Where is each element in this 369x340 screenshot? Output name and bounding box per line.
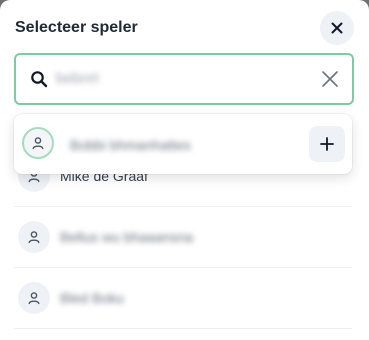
dialog-title: Selecteer speler xyxy=(15,19,138,36)
add-player-button[interactable] xyxy=(309,126,345,162)
plus-icon xyxy=(320,137,334,151)
avatar xyxy=(22,127,54,159)
player-name: Bellus wu bhaaansna xyxy=(60,229,194,245)
player-row[interactable]: Bellus wu bhaaansna xyxy=(14,207,352,268)
search-suggestion[interactable]: Bobbi bhmanhattes xyxy=(14,114,352,174)
close-icon xyxy=(331,22,343,34)
search-value: bebnrt xyxy=(56,70,99,87)
user-icon xyxy=(28,292,40,305)
clear-icon[interactable] xyxy=(320,69,340,89)
avatar xyxy=(18,221,50,253)
avatar xyxy=(18,282,50,314)
search-icon xyxy=(31,71,48,88)
player-row[interactable]: Bled Boku xyxy=(14,268,352,329)
user-icon xyxy=(28,231,40,244)
user-icon xyxy=(32,137,44,150)
player-name: Bled Boku xyxy=(60,290,124,306)
search-input[interactable]: bebnrt xyxy=(14,53,354,105)
close-button[interactable] xyxy=(320,11,354,45)
suggestion-name: Bobbi bhmanhattes xyxy=(70,137,191,153)
select-player-dialog: Selecteer speler bebnrt Mike de Graaf Be… xyxy=(0,0,369,340)
